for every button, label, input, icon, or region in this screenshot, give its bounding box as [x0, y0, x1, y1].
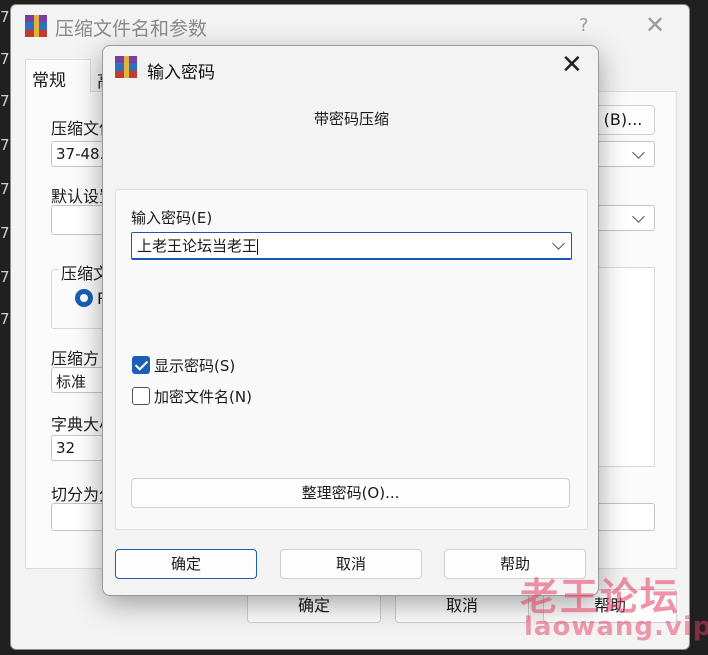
format-radio-rar[interactable] [75, 289, 93, 307]
chevron-down-icon [632, 146, 645, 159]
help-icon[interactable]: ? [579, 15, 589, 36]
password-button-back[interactable] [591, 503, 655, 531]
browse-button[interactable]: (B)... [591, 105, 655, 135]
chevron-down-icon[interactable] [552, 237, 565, 250]
update-mode-dropdown[interactable] [591, 205, 655, 231]
options-box [591, 267, 655, 467]
dialog-title: 输入密码 [147, 63, 215, 83]
password-input[interactable]: 上老王论坛当老王 [131, 232, 572, 260]
password-text: 上老王论坛当老王 [137, 237, 258, 255]
text-caret [257, 238, 259, 255]
show-password-label[interactable]: 显示密码(S) [154, 355, 235, 376]
organize-passwords-button[interactable]: 整理密码(O)... [131, 478, 570, 508]
archive-name-dropdown[interactable] [591, 141, 655, 167]
tab-general[interactable]: 常规 [25, 59, 91, 93]
close-icon[interactable]: ✕ [645, 11, 665, 39]
encrypt-filenames-label[interactable]: 加密文件名(N) [154, 386, 252, 407]
show-password-checkbox[interactable] [132, 356, 150, 374]
method-label: 压缩方 [51, 349, 100, 368]
password-label: 输入密码(E) [131, 209, 213, 227]
winrar-icon [25, 15, 47, 37]
window-title: 压缩文件名和参数 [55, 18, 208, 40]
tab-label: 常规 [32, 71, 66, 91]
chevron-down-icon [632, 210, 645, 223]
enter-password-dialog: 输入密码 ✕ 带密码压缩 输入密码(E) 上老王论坛当老王 显示密码(S) 加密… [102, 45, 599, 596]
encrypt-filenames-checkbox[interactable] [132, 387, 150, 405]
dialog-subtitle: 带密码压缩 [313, 110, 389, 128]
ok-button[interactable]: 确定 [115, 549, 257, 579]
winrar-icon [115, 56, 137, 78]
watermark-url: laowang.vip [524, 612, 708, 642]
cancel-button[interactable]: 取消 [280, 549, 422, 579]
close-icon[interactable]: ✕ [561, 50, 583, 80]
